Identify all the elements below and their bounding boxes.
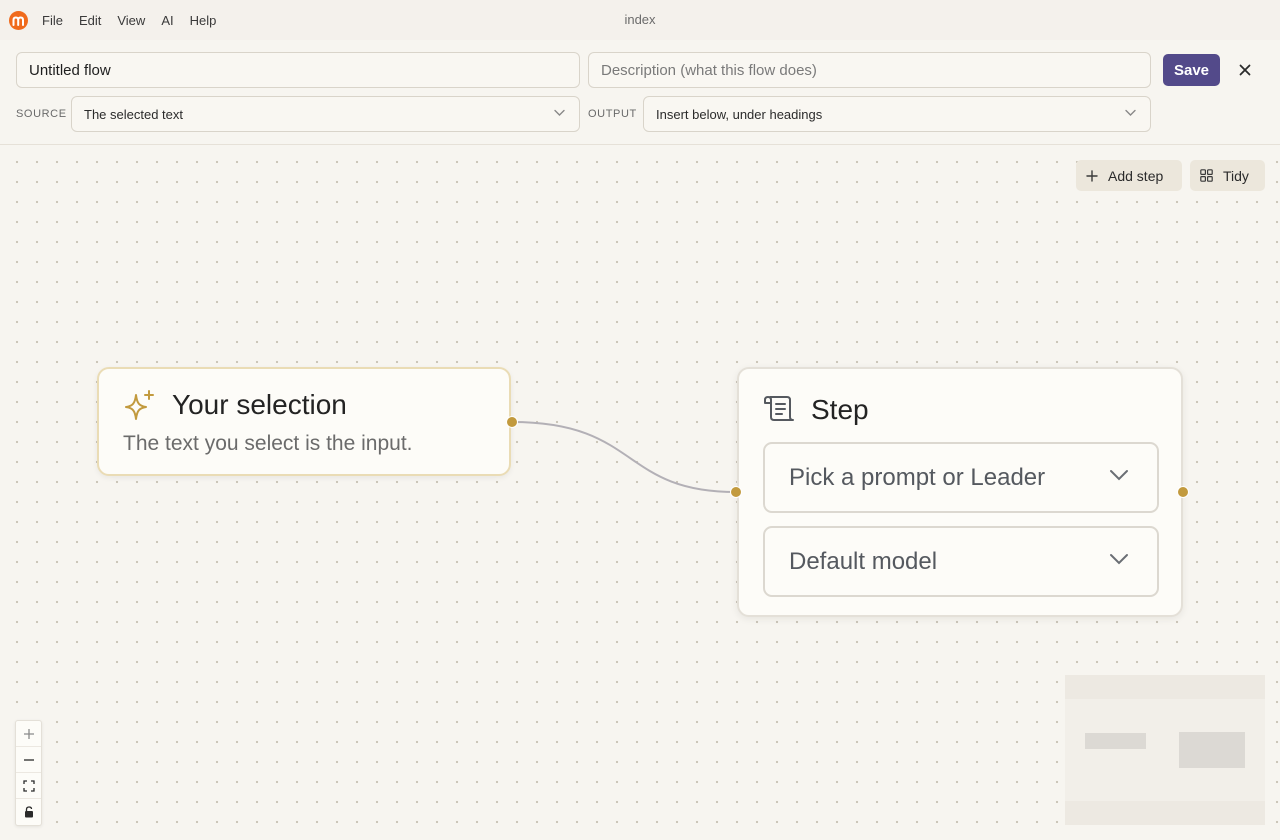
save-button[interactable]: Save	[1163, 54, 1220, 86]
chevron-down-icon	[1110, 470, 1128, 481]
chevron-down-icon	[1110, 554, 1128, 565]
fit-view-icon	[22, 779, 35, 792]
scroll-icon	[764, 396, 794, 421]
source-select-value: The selected text	[84, 106, 183, 122]
zoom-out-button[interactable]	[16, 747, 41, 773]
fit-view-button[interactable]	[16, 773, 41, 799]
flow-header: Untitled flow Description (what this flo…	[0, 40, 1280, 145]
chevron-down-icon	[1125, 109, 1136, 116]
zoom-in-button[interactable]	[16, 721, 41, 747]
minimap-node-selection	[1085, 733, 1146, 749]
selection-node[interactable]: Your selection The text you select is th…	[97, 367, 511, 476]
connection-edge	[511, 421, 737, 493]
menu-ai[interactable]: AI	[161, 13, 173, 28]
selection-output-handle[interactable]	[506, 416, 518, 428]
output-label: OUTPUT	[588, 108, 637, 120]
output-select[interactable]: Insert below, under headings	[643, 96, 1151, 132]
flow-description-input[interactable]: Description (what this flow does)	[588, 52, 1151, 88]
app-logo-icon	[9, 11, 28, 30]
menu-file[interactable]: File	[42, 13, 63, 28]
selection-node-subtitle: The text you select is the input.	[123, 432, 413, 455]
zoom-out-icon	[23, 758, 34, 761]
close-icon	[1239, 64, 1251, 76]
step-node-title: Step	[811, 394, 869, 425]
menu-bar: File Edit View AI Help index	[0, 0, 1280, 40]
minimap-node-step	[1179, 732, 1245, 768]
selection-node-title: Your selection	[172, 389, 347, 420]
step-input-handle[interactable]	[730, 486, 742, 498]
zoom-in-icon	[23, 728, 34, 739]
model-select-value: Default model	[789, 547, 938, 575]
output-select-value: Insert below, under headings	[656, 106, 823, 122]
minimap-viewport	[1065, 699, 1265, 801]
menu-view[interactable]: View	[117, 13, 145, 28]
lock-icon	[24, 806, 33, 818]
lock-button[interactable]	[16, 799, 41, 825]
zoom-controls	[15, 720, 42, 826]
step-output-handle[interactable]	[1177, 486, 1189, 498]
prompt-select-value: Pick a prompt or Leader	[789, 463, 1046, 491]
close-button[interactable]	[1234, 59, 1256, 81]
sparkles-icon	[125, 390, 154, 420]
flow-canvas[interactable]: Add step Tidy Your selection The text yo…	[0, 145, 1280, 840]
prompt-select[interactable]: Pick a prompt or Leader	[763, 442, 1159, 513]
minimap[interactable]	[1065, 675, 1265, 825]
menu-edit[interactable]: Edit	[79, 13, 101, 28]
step-node[interactable]: Step Pick a prompt or Leader Default mod…	[737, 367, 1183, 617]
chevron-down-icon	[554, 109, 565, 116]
model-select[interactable]: Default model	[763, 526, 1159, 597]
menu-help[interactable]: Help	[190, 13, 217, 28]
flow-title-input[interactable]: Untitled flow	[16, 52, 580, 88]
source-label: SOURCE	[16, 108, 67, 120]
source-select[interactable]: The selected text	[71, 96, 580, 132]
menu-items: File Edit View AI Help	[42, 0, 232, 40]
